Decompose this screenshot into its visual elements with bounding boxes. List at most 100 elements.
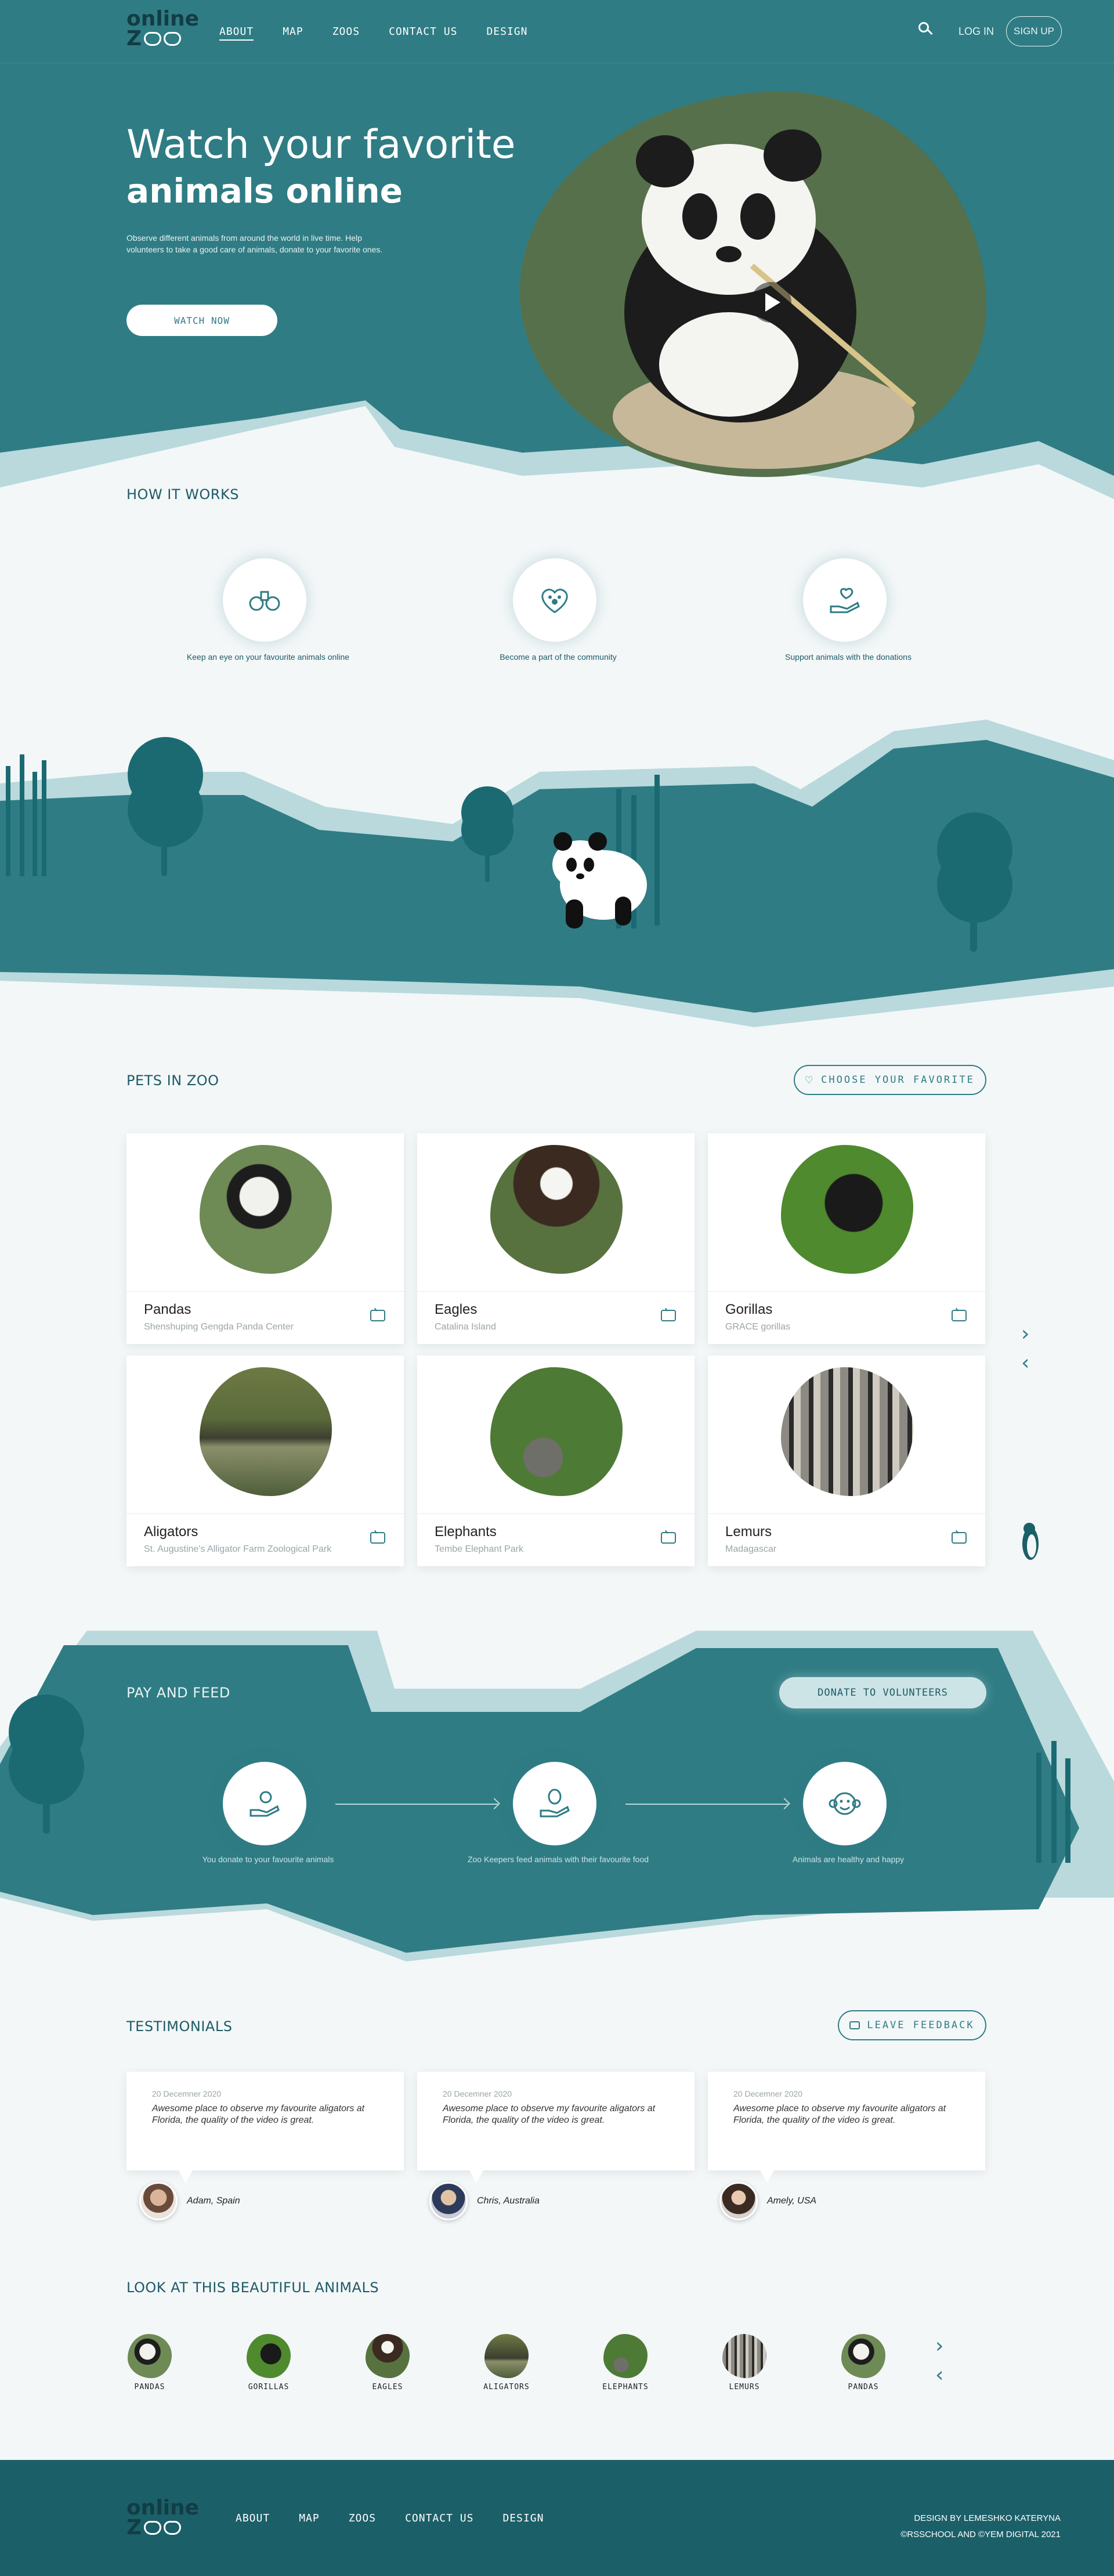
hero-section: online Z ABOUT MAP ZOOS CONTACT US DESIG… (0, 0, 1114, 528)
beautiful-title: LOOK AT THIS BEAUTIFUL ANIMALS (126, 2279, 379, 2296)
animal-thumb[interactable] (603, 2334, 648, 2378)
footer-logo[interactable]: online Z (126, 2498, 199, 2538)
logo-top: online (126, 2496, 200, 2520)
pet-card[interactable]: Lemurs Madagascar (708, 1356, 985, 1566)
pet-card[interactable]: Aligators St. Augustine's Alligator Farm… (126, 1356, 404, 1566)
leave-feedback-button[interactable]: LEAVE FEEDBACK (838, 2010, 986, 2040)
footer-nav-zoos[interactable]: ZOOS (349, 2512, 376, 2524)
testimonial-card: 20 Decemner 2020 Awesome place to observ… (708, 2072, 985, 2183)
pet-image-gorillas (781, 1145, 913, 1274)
pet-name: Pandas (144, 1302, 191, 1317)
card-divider (417, 1291, 695, 1292)
nav-zoos[interactable]: ZOOS (332, 26, 360, 41)
pet-card[interactable]: Pandas Shenshuping Gengda Panda Center (126, 1133, 404, 1344)
animal-thumb[interactable] (128, 2334, 172, 2378)
tv-icon[interactable] (370, 1532, 385, 1544)
carousel-next-icon[interactable]: › (935, 2334, 943, 2358)
card-divider (126, 1513, 404, 1514)
card-divider (126, 1291, 404, 1292)
pay-title: PAY AND FEED (126, 1685, 230, 1701)
footer-nav-contact[interactable]: CONTACT US (405, 2512, 473, 2524)
signup-button[interactable]: SIGN UP (1006, 16, 1062, 46)
speech-tail (760, 2170, 774, 2183)
paw-icon (144, 2521, 162, 2535)
tv-icon[interactable] (370, 1310, 385, 1321)
carousel-next-icon[interactable]: › (1021, 1322, 1029, 1346)
logo[interactable]: online Z (126, 9, 199, 49)
animal-thumb[interactable] (722, 2334, 766, 2378)
card-divider (708, 1513, 985, 1514)
pet-card[interactable]: Gorillas GRACE gorillas (708, 1133, 985, 1344)
footer-nav-about[interactable]: ABOUT (236, 2512, 270, 2524)
happy-monkey-icon-circle (803, 1762, 887, 1845)
speech-tail (179, 2170, 193, 2183)
footer-nav: ABOUT MAP ZOOS CONTACT US DESIGN (236, 2512, 544, 2524)
nav-about[interactable]: ABOUT (219, 26, 254, 41)
donate-icon (249, 1791, 280, 1817)
testimonial-text: Awesome place to observe my favourite al… (152, 2104, 365, 2125)
animal-thumb[interactable] (484, 2334, 529, 2378)
animal-thumb-label: EAGLES (372, 2383, 403, 2391)
feed-icon (540, 1789, 570, 1818)
nav-contact[interactable]: CONTACT US (389, 26, 457, 41)
main-nav: ABOUT MAP ZOOS CONTACT US DESIGN (219, 26, 527, 41)
paw-icon (164, 32, 182, 46)
footer-nav-design[interactable]: DESIGN (502, 2512, 544, 2524)
arrow-1 (335, 1804, 498, 1805)
avatar (719, 2182, 758, 2220)
pet-place: Catalina Island (435, 1322, 496, 1332)
logo-top: online (126, 7, 200, 31)
tv-icon[interactable] (661, 1310, 676, 1321)
binoculars-icon (249, 591, 280, 611)
arrow-2 (625, 1804, 788, 1805)
carousel-prev-icon[interactable]: ‹ (935, 2363, 943, 2387)
pay-step-label: You donate to your favourite animals (202, 1855, 334, 1864)
leave-feedback-label: LEAVE FEEDBACK (867, 2019, 975, 2031)
footer: online Z ABOUT MAP ZOOS CONTACT US DESIG… (0, 2460, 1114, 2576)
tv-icon[interactable] (952, 1532, 967, 1544)
chat-icon (849, 2021, 860, 2029)
animal-thumb[interactable] (366, 2334, 410, 2378)
testimonial-card: 20 Decemner 2020 Awesome place to observ… (126, 2072, 404, 2183)
pet-image-eagles (490, 1145, 623, 1274)
animal-thumb[interactable] (841, 2334, 885, 2378)
search-icon[interactable] (918, 22, 933, 36)
penguin-icon (1022, 1523, 1039, 1560)
how-step-label: Become a part of the community (500, 652, 617, 662)
pet-name: Lemurs (725, 1524, 772, 1540)
animal-thumb-label: ELEPHANTS (602, 2383, 649, 2391)
testimonial-text: Awesome place to observe my favourite al… (733, 2104, 946, 2125)
donate-volunteers-button[interactable]: DONATE TO VOLUNTEERS (779, 1677, 986, 1708)
choose-favorite-button[interactable]: ♡ CHOOSE YOUR FAVORITE (794, 1065, 986, 1095)
testimonial-author: Amely, USA (767, 2196, 817, 2206)
testimonial-date: 20 Decemner 2020 (152, 2089, 222, 2098)
login-link[interactable]: LOG IN (959, 26, 994, 38)
hand-heart-icon (830, 588, 860, 613)
animal-thumb[interactable] (247, 2334, 291, 2378)
carousel-prev-icon[interactable]: ‹ (1021, 1351, 1029, 1375)
play-button[interactable] (751, 282, 791, 323)
pet-card[interactable]: Elephants Tembe Elephant Park (417, 1356, 695, 1566)
pet-place: Madagascar (725, 1544, 777, 1554)
pet-place: St. Augustine's Alligator Farm Zoologica… (144, 1544, 332, 1554)
testimonial-author: Chris, Australia (477, 2196, 540, 2206)
tv-icon[interactable] (952, 1310, 967, 1321)
pet-image-lemurs (781, 1367, 913, 1496)
pet-image-aligators (200, 1367, 332, 1496)
pet-name: Eagles (435, 1302, 478, 1317)
hero-subtitle: Observe different animals from around th… (126, 233, 383, 254)
how-step-label: Keep an eye on your favourite animals on… (186, 652, 350, 662)
pet-card[interactable]: Eagles Catalina Island (417, 1133, 695, 1344)
nav-design[interactable]: DESIGN (486, 26, 527, 41)
play-icon (765, 293, 780, 312)
animal-thumb-label: PANDAS (134, 2383, 165, 2391)
footer-nav-map[interactable]: MAP (299, 2512, 320, 2524)
tv-icon[interactable] (661, 1532, 676, 1544)
avatar (429, 2182, 468, 2220)
nav-map[interactable]: MAP (283, 26, 303, 41)
pets-title: PETS IN ZOO (126, 1072, 219, 1089)
animal-thumb-label: GORILLAS (248, 2383, 290, 2391)
avatar (139, 2182, 178, 2220)
feed-icon-circle (513, 1762, 596, 1845)
watch-now-button[interactable]: WATCH NOW (126, 305, 277, 336)
